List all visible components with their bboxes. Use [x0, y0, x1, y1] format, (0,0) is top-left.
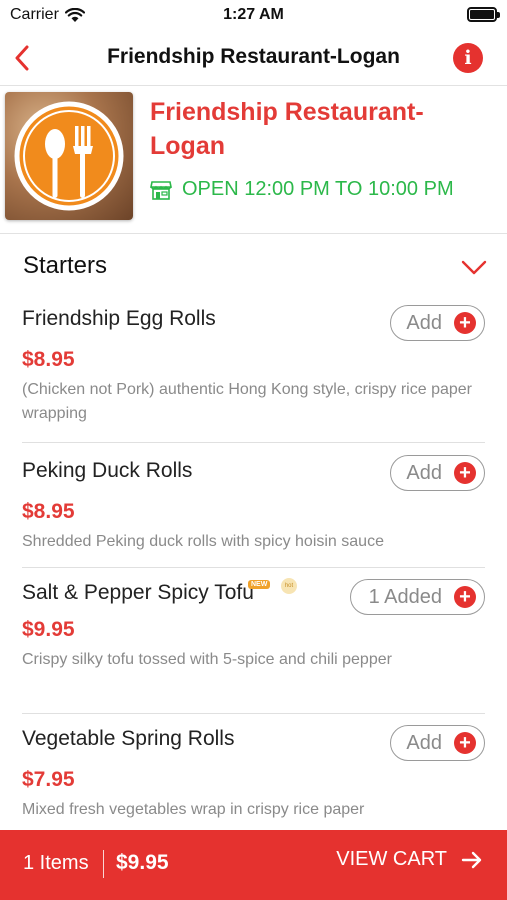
- chevron-down-icon[interactable]: [461, 254, 487, 280]
- status-bar: Carrier 1:27 AM: [0, 0, 507, 32]
- restaurant-logo: [5, 92, 133, 220]
- page-title: Friendship Restaurant-Logan: [107, 45, 400, 68]
- cart-divider: [103, 850, 104, 878]
- add-button[interactable]: Add +: [390, 455, 485, 491]
- status-time: 1:27 AM: [223, 6, 284, 23]
- item-description: (Chicken not Pork) authentic Hong Kong s…: [22, 381, 472, 422]
- menu-item[interactable]: Vegetable Spring Rolls $7.95 Mixed fresh…: [22, 714, 485, 830]
- add-button[interactable]: Add +: [390, 725, 485, 761]
- item-name: Friendship Egg Rolls: [22, 307, 216, 330]
- added-button[interactable]: 1 Added +: [350, 579, 485, 615]
- add-button-label: Add: [406, 461, 442, 484]
- add-button-label: 1 Added: [368, 585, 442, 608]
- spoon-fork-icon: [14, 101, 124, 211]
- view-cart-button[interactable]: VIEW CART: [336, 848, 483, 871]
- cart-item-count: 1 Items: [23, 852, 89, 874]
- storefront-icon: [150, 180, 172, 200]
- menu-item-list[interactable]: Friendship Egg Rolls $8.95 (Chicken not …: [0, 290, 507, 830]
- restaurant-header: Friendship Restaurant-Logan OPEN 12:00 P…: [0, 87, 507, 234]
- menu-item[interactable]: Peking Duck Rolls $8.95 Shredded Peking …: [22, 443, 485, 568]
- add-button-label: Add: [406, 731, 442, 754]
- arrow-right-icon: [461, 851, 482, 868]
- menu-item[interactable]: Salt & Pepper Spicy Tofu NEW hot $9.95 C…: [22, 568, 485, 714]
- new-badge-icon: NEW: [248, 580, 271, 589]
- category-header-starters[interactable]: Starters: [0, 246, 507, 290]
- open-hours: OPEN 12:00 PM TO 10:00 PM: [150, 178, 454, 201]
- restaurant-name: Friendship Restaurant-Logan: [150, 98, 424, 160]
- item-description: Shredded Peking duck rolls with spicy ho…: [22, 533, 384, 550]
- category-title: Starters: [23, 252, 108, 279]
- battery-icon: [467, 7, 500, 22]
- item-price: $7.95: [22, 768, 75, 791]
- info-icon: i: [464, 47, 472, 69]
- item-description: Crispy silky tofu tossed with 5-spice an…: [22, 651, 392, 668]
- plus-icon: +: [454, 586, 476, 608]
- plus-icon: +: [454, 462, 476, 484]
- add-button[interactable]: Add +: [390, 305, 485, 341]
- item-price: $9.95: [22, 618, 75, 641]
- item-description: Mixed fresh vegetables wrap in crispy ri…: [22, 801, 365, 818]
- hot-badge-icon: hot: [281, 578, 297, 594]
- item-name: Peking Duck Rolls: [22, 459, 193, 482]
- cart-total: $9.95: [116, 851, 169, 874]
- back-button[interactable]: [6, 42, 38, 74]
- plus-icon: +: [454, 732, 476, 754]
- plus-icon: +: [454, 312, 476, 334]
- item-price: $8.95: [22, 500, 75, 523]
- hours-label: OPEN 12:00 PM TO 10:00 PM: [182, 178, 454, 200]
- menu-item[interactable]: Friendship Egg Rolls $8.95 (Chicken not …: [22, 290, 485, 443]
- chevron-left-icon: [15, 45, 29, 71]
- nav-bar: Friendship Restaurant-Logan i: [0, 32, 507, 86]
- view-cart-label: VIEW CART: [336, 848, 447, 870]
- add-button-label: Add: [406, 311, 442, 334]
- item-price: $8.95: [22, 348, 75, 371]
- info-button[interactable]: i: [453, 43, 483, 73]
- cart-bar[interactable]: 1 Items $9.95 VIEW CART: [0, 830, 507, 900]
- item-name: Vegetable Spring Rolls: [22, 727, 235, 750]
